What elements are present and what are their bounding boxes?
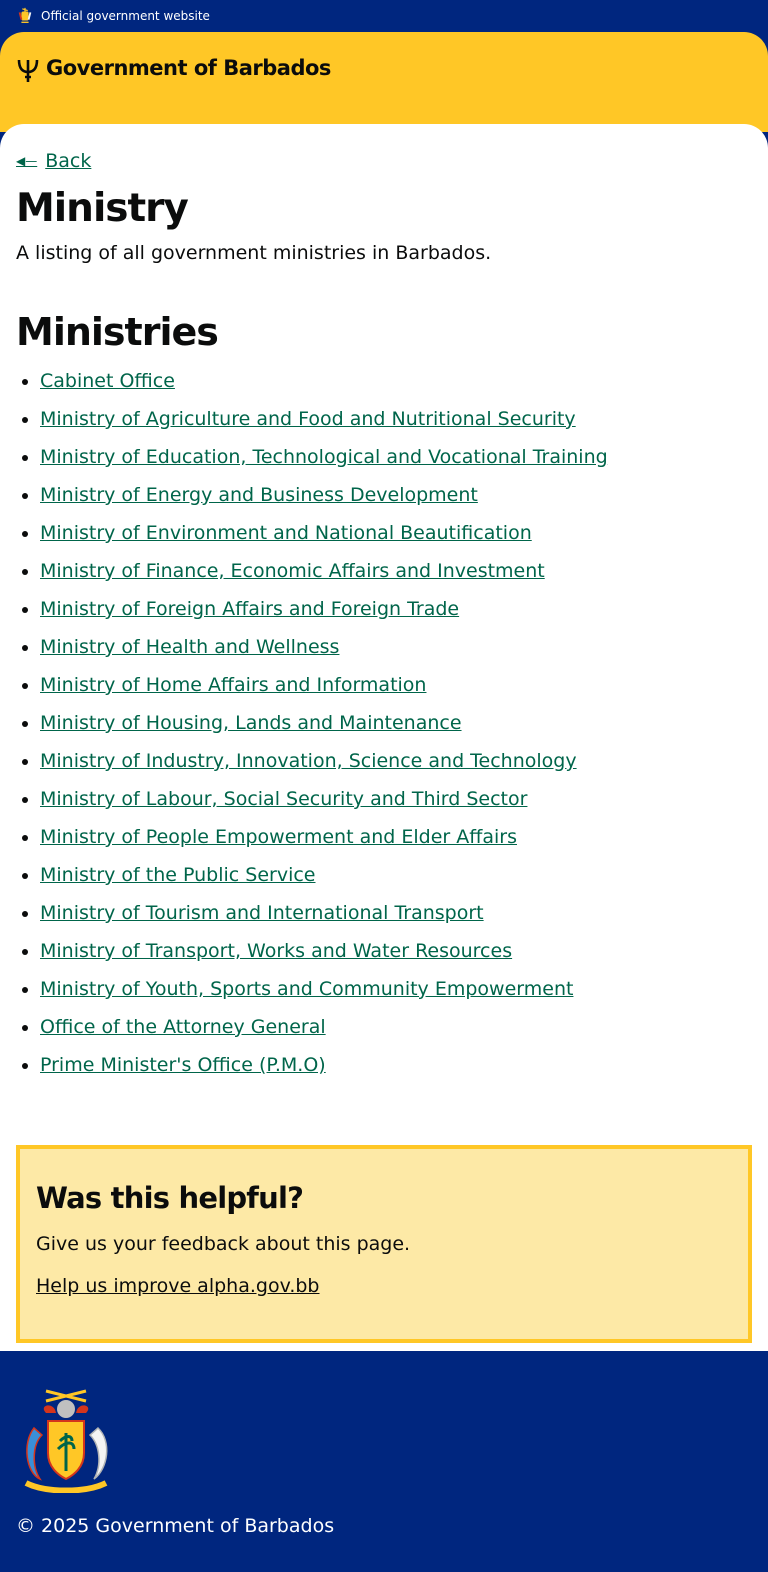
ministry-list: Cabinet Office Ministry of Agriculture an… (16, 362, 752, 1084)
page-intro: A listing of all government ministries i… (16, 242, 492, 264)
official-banner: Official government website (0, 0, 768, 32)
ministry-list-item: Ministry of Labour, Social Security and … (40, 780, 752, 818)
footer-copyright: © 2025 Government of Barbados (16, 1515, 335, 1537)
ministry-link[interactable]: Ministry of Finance, Economic Affairs an… (40, 560, 545, 582)
ministry-list-item: Cabinet Office (40, 362, 752, 400)
ministry-list-item: Ministry of Housing, Lands and Maintenan… (40, 704, 752, 742)
ministry-list-item: Ministry of Transport, Works and Water R… (40, 932, 752, 970)
main-content: ◀— Back Ministry A listing of all govern… (0, 124, 768, 1351)
ministry-list-item: Ministry of Youth, Sports and Community … (40, 970, 752, 1008)
ministry-list-item: Ministry of Energy and Business Developm… (40, 476, 752, 514)
ministry-list-item: Ministry of Finance, Economic Affairs an… (40, 552, 752, 590)
trident-icon (17, 59, 39, 82)
ministry-list-item: Ministry of Home Affairs and Information (40, 666, 752, 704)
ministry-list-item: Ministry of Education, Technological and… (40, 438, 752, 476)
ministry-link[interactable]: Ministry of Health and Wellness (40, 636, 339, 658)
ministry-list-item: Ministry of People Empowerment and Elder… (40, 818, 752, 856)
ministry-link[interactable]: Ministry of Industry, Innovation, Scienc… (40, 750, 577, 772)
ministry-list-item: Ministry of Foreign Affairs and Foreign … (40, 590, 752, 628)
site-name-link[interactable]: Government of Barbados (46, 56, 331, 80)
ministry-link[interactable]: Ministry of Tourism and International Tr… (40, 902, 484, 924)
ministry-link[interactable]: Ministry of Energy and Business Developm… (40, 484, 478, 506)
ministry-link[interactable]: Ministry of Transport, Works and Water R… (40, 940, 512, 962)
crest-icon (18, 7, 32, 23)
official-website-label: Official government website (41, 9, 210, 23)
ministry-list-item: Office of the Attorney General (40, 1008, 752, 1046)
ministry-link[interactable]: Ministry of People Empowerment and Elder… (40, 826, 517, 848)
ministry-link[interactable]: Office of the Attorney General (40, 1016, 326, 1038)
ministry-list-item: Ministry of Agriculture and Food and Nut… (40, 400, 752, 438)
ministry-link[interactable]: Prime Minister's Office (P.M.O) (40, 1054, 326, 1076)
back-link[interactable]: ◀— Back (16, 150, 91, 172)
ministry-link[interactable]: Ministry of Home Affairs and Information (40, 674, 426, 696)
feedback-text: Give us your feedback about this page. (36, 1233, 411, 1255)
ministry-list-item: Ministry of Health and Wellness (40, 628, 752, 666)
ministry-list-item: Ministry of Tourism and International Tr… (40, 894, 752, 932)
ministry-list-item: Ministry of Environment and National Bea… (40, 514, 752, 552)
feedback-link[interactable]: Help us improve alpha.gov.bb (36, 1275, 320, 1297)
ministry-link[interactable]: Cabinet Office (40, 370, 175, 392)
ministry-link[interactable]: Ministry of Youth, Sports and Community … (40, 978, 573, 1000)
ministry-link[interactable]: Ministry of Foreign Affairs and Foreign … (40, 598, 459, 620)
back-link-label: Back (45, 150, 92, 172)
ministry-link[interactable]: Ministry of the Public Service (40, 864, 316, 886)
section-title: Ministries (16, 310, 219, 354)
site-footer: © 2025 Government of Barbados (0, 1351, 768, 1537)
ministry-link[interactable]: Ministry of Agriculture and Food and Nut… (40, 408, 576, 430)
coat-of-arms-icon (24, 1389, 108, 1494)
ministry-list-item: Ministry of the Public Service (40, 856, 752, 894)
feedback-panel: Was this helpful? Give us your feedback … (16, 1145, 752, 1343)
ministry-link[interactable]: Ministry of Environment and National Bea… (40, 522, 532, 544)
site-header: Government of Barbados (0, 32, 768, 132)
ministry-link[interactable]: Ministry of Education, Technological and… (40, 446, 608, 468)
back-arrow-icon: ◀— (16, 154, 38, 168)
ministry-list-item: Prime Minister's Office (P.M.O) (40, 1046, 752, 1084)
ministry-link[interactable]: Ministry of Housing, Lands and Maintenan… (40, 712, 462, 734)
ministry-list-item: Ministry of Industry, Innovation, Scienc… (40, 742, 752, 780)
page-title: Ministry (16, 186, 189, 231)
ministry-link[interactable]: Ministry of Labour, Social Security and … (40, 788, 527, 810)
feedback-title: Was this helpful? (36, 1181, 304, 1215)
